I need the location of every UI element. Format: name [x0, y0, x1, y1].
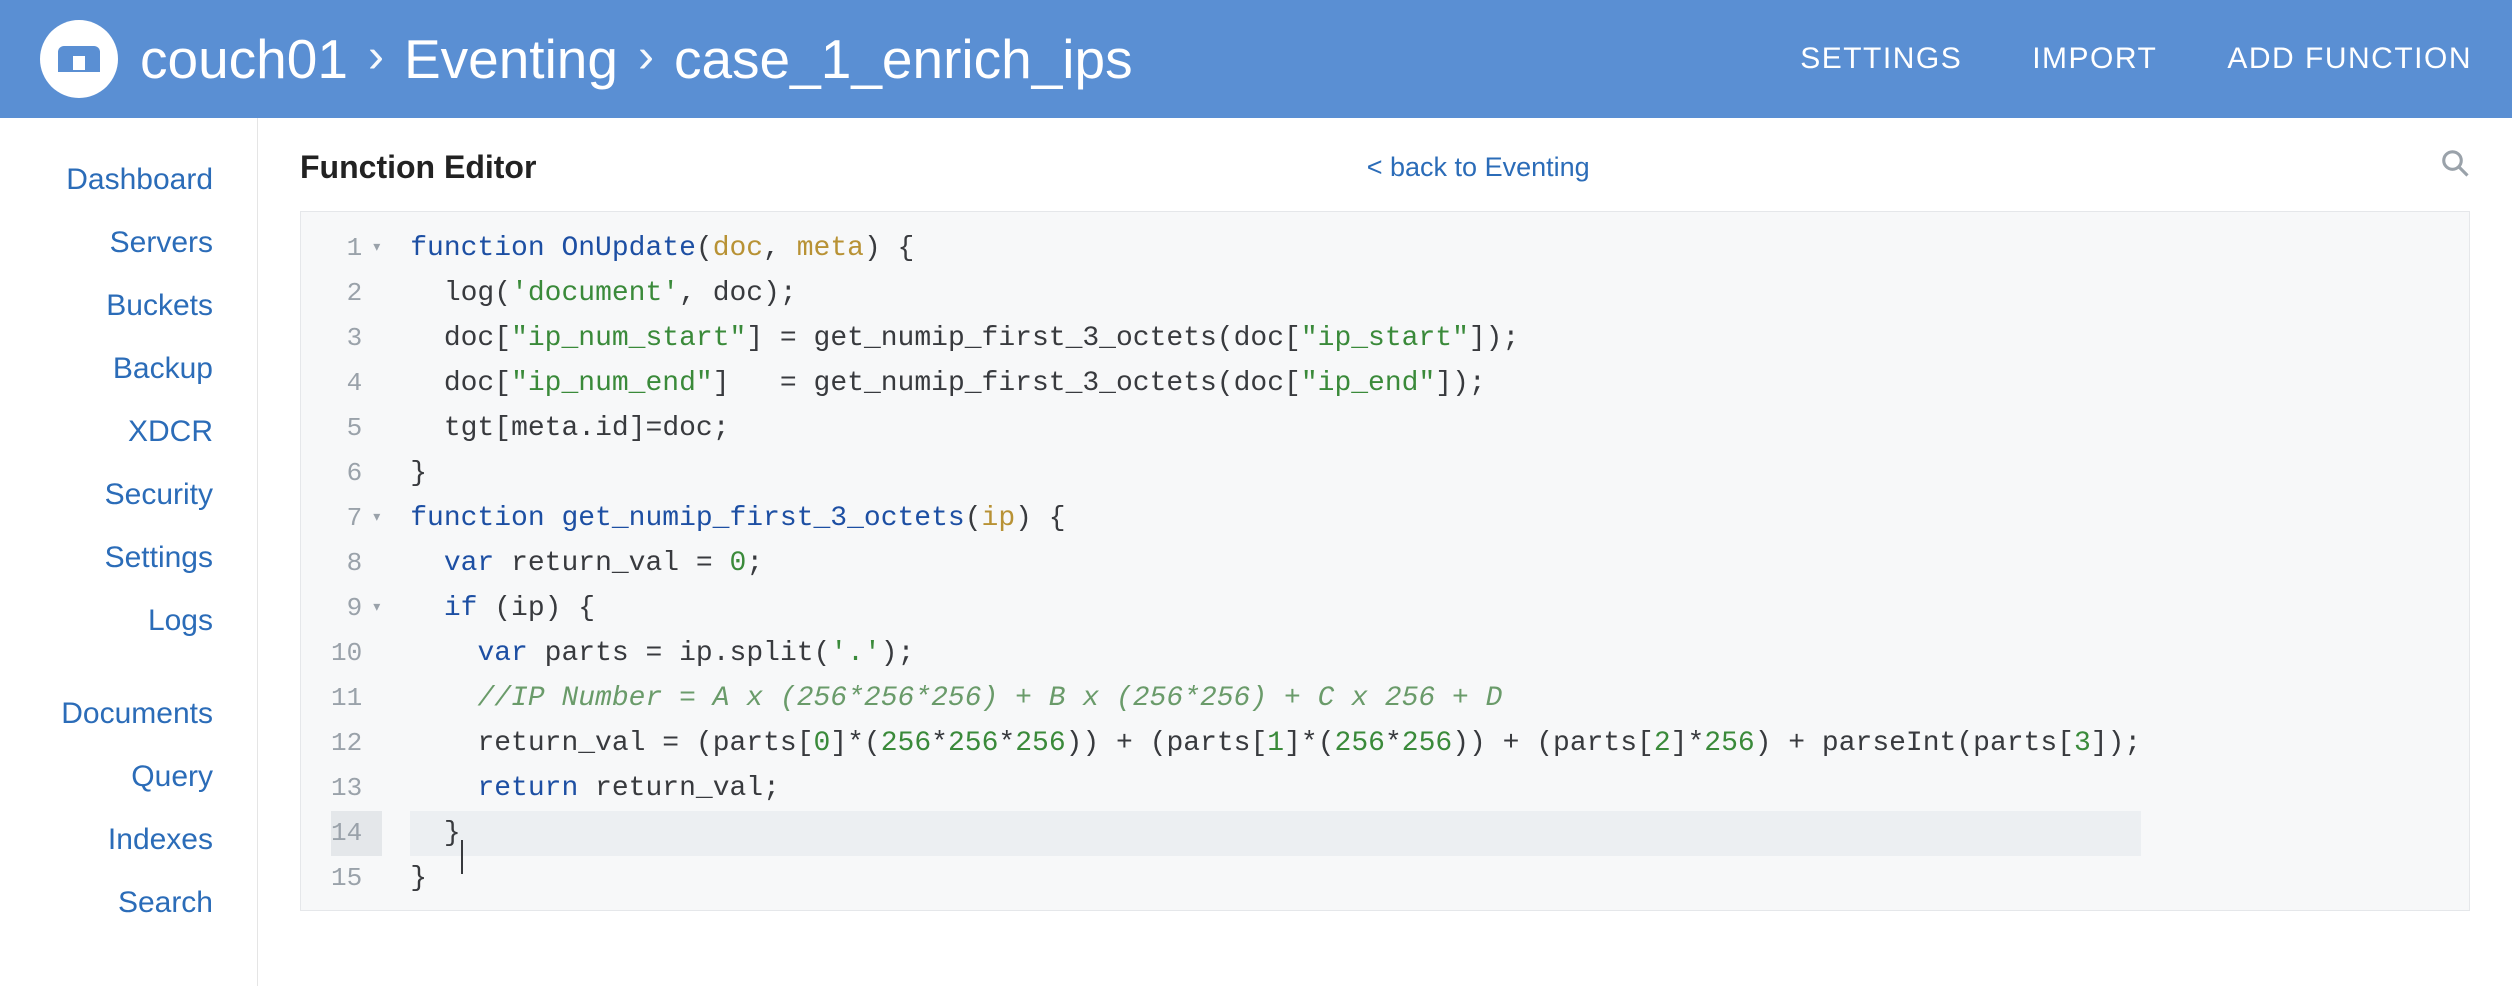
sidebar-item-xdcr[interactable]: XDCR [0, 400, 257, 463]
sidebar-item-query[interactable]: Query [0, 745, 257, 808]
sidebar-item-backup[interactable]: Backup [0, 337, 257, 400]
breadcrumb-eventing[interactable]: Eventing [404, 27, 618, 91]
line-number[interactable]: 1▾ [331, 226, 382, 271]
line-number[interactable]: 9▾ [331, 586, 382, 631]
code-line[interactable]: function OnUpdate(doc, meta) { [410, 226, 2141, 271]
line-number[interactable]: 7▾ [331, 496, 382, 541]
line-number[interactable]: 2 [331, 271, 382, 316]
sidebar-item-search[interactable]: Search [0, 871, 257, 934]
code-line[interactable]: } [410, 856, 2141, 901]
chevron-right-icon: › [368, 33, 384, 81]
line-number[interactable]: 14 [331, 811, 382, 856]
line-number[interactable]: 4 [331, 361, 382, 406]
line-number[interactable]: 10 [331, 631, 382, 676]
line-number[interactable]: 12 [331, 721, 382, 766]
code-editor[interactable]: 1▾234567▾89▾101112131415 function OnUpda… [300, 211, 2470, 911]
code-line[interactable]: log('document', doc); [410, 271, 2141, 316]
sidebar-item-security[interactable]: Security [0, 463, 257, 526]
main-panel: Function Editor < back to Eventing 1▾234… [258, 118, 2512, 986]
breadcrumb: couch01 › Eventing › case_1_enrich_ips [140, 27, 1800, 91]
back-to-eventing-link[interactable]: < back to Eventing [1367, 152, 1590, 183]
breadcrumb-function[interactable]: case_1_enrich_ips [674, 27, 1133, 91]
code-line[interactable]: } [410, 811, 2141, 856]
sidebar-nav: DashboardServersBucketsBackupXDCRSecurit… [0, 118, 258, 986]
line-number[interactable]: 11 [331, 676, 382, 721]
chevron-right-icon: › [638, 33, 654, 81]
main-header: Function Editor < back to Eventing [300, 148, 2470, 187]
sidebar-item-documents[interactable]: Documents [0, 682, 257, 745]
import-button[interactable]: IMPORT [2032, 42, 2157, 76]
line-number[interactable]: 8 [331, 541, 382, 586]
sidebar-item-settings[interactable]: Settings [0, 526, 257, 589]
editor-gutter: 1▾234567▾89▾101112131415 [301, 212, 392, 910]
line-number[interactable]: 5 [331, 406, 382, 451]
code-line[interactable]: doc["ip_num_start"] = get_numip_first_3_… [410, 316, 2141, 361]
page-title: Function Editor [300, 149, 536, 186]
sidebar-item-indexes[interactable]: Indexes [0, 808, 257, 871]
sidebar-item-logs[interactable]: Logs [0, 589, 257, 652]
code-line[interactable]: tgt[meta.id]=doc; [410, 406, 2141, 451]
add-function-button[interactable]: ADD FUNCTION [2227, 42, 2472, 76]
editor-code[interactable]: function OnUpdate(doc, meta) { log('docu… [392, 212, 2141, 910]
sidebar-item-servers[interactable]: Servers [0, 211, 257, 274]
code-line[interactable]: return_val = (parts[0]*(256*256*256)) + … [410, 721, 2141, 766]
sidebar-item-buckets[interactable]: Buckets [0, 274, 257, 337]
header-actions: SETTINGS IMPORT ADD FUNCTION [1800, 42, 2472, 76]
line-number[interactable]: 6 [331, 451, 382, 496]
code-line[interactable]: return return_val; [410, 766, 2141, 811]
line-number[interactable]: 15 [331, 856, 382, 901]
code-line[interactable]: doc["ip_num_end"] = get_numip_first_3_oc… [410, 361, 2141, 406]
code-line[interactable]: //IP Number = A x (256*256*256) + B x (2… [410, 676, 2141, 721]
code-line[interactable]: function get_numip_first_3_octets(ip) { [410, 496, 2141, 541]
settings-button[interactable]: SETTINGS [1800, 42, 1962, 76]
search-icon[interactable] [2440, 148, 2470, 187]
line-number[interactable]: 3 [331, 316, 382, 361]
line-number[interactable]: 13 [331, 766, 382, 811]
sidebar-item-dashboard[interactable]: Dashboard [0, 148, 257, 211]
code-line[interactable]: } [410, 451, 2141, 496]
couchbase-logo-icon [40, 20, 118, 98]
breadcrumb-node[interactable]: couch01 [140, 27, 348, 91]
code-line[interactable]: var parts = ip.split('.'); [410, 631, 2141, 676]
app-header: couch01 › Eventing › case_1_enrich_ips S… [0, 0, 2512, 118]
code-line[interactable]: var return_val = 0; [410, 541, 2141, 586]
code-line[interactable]: if (ip) { [410, 586, 2141, 631]
